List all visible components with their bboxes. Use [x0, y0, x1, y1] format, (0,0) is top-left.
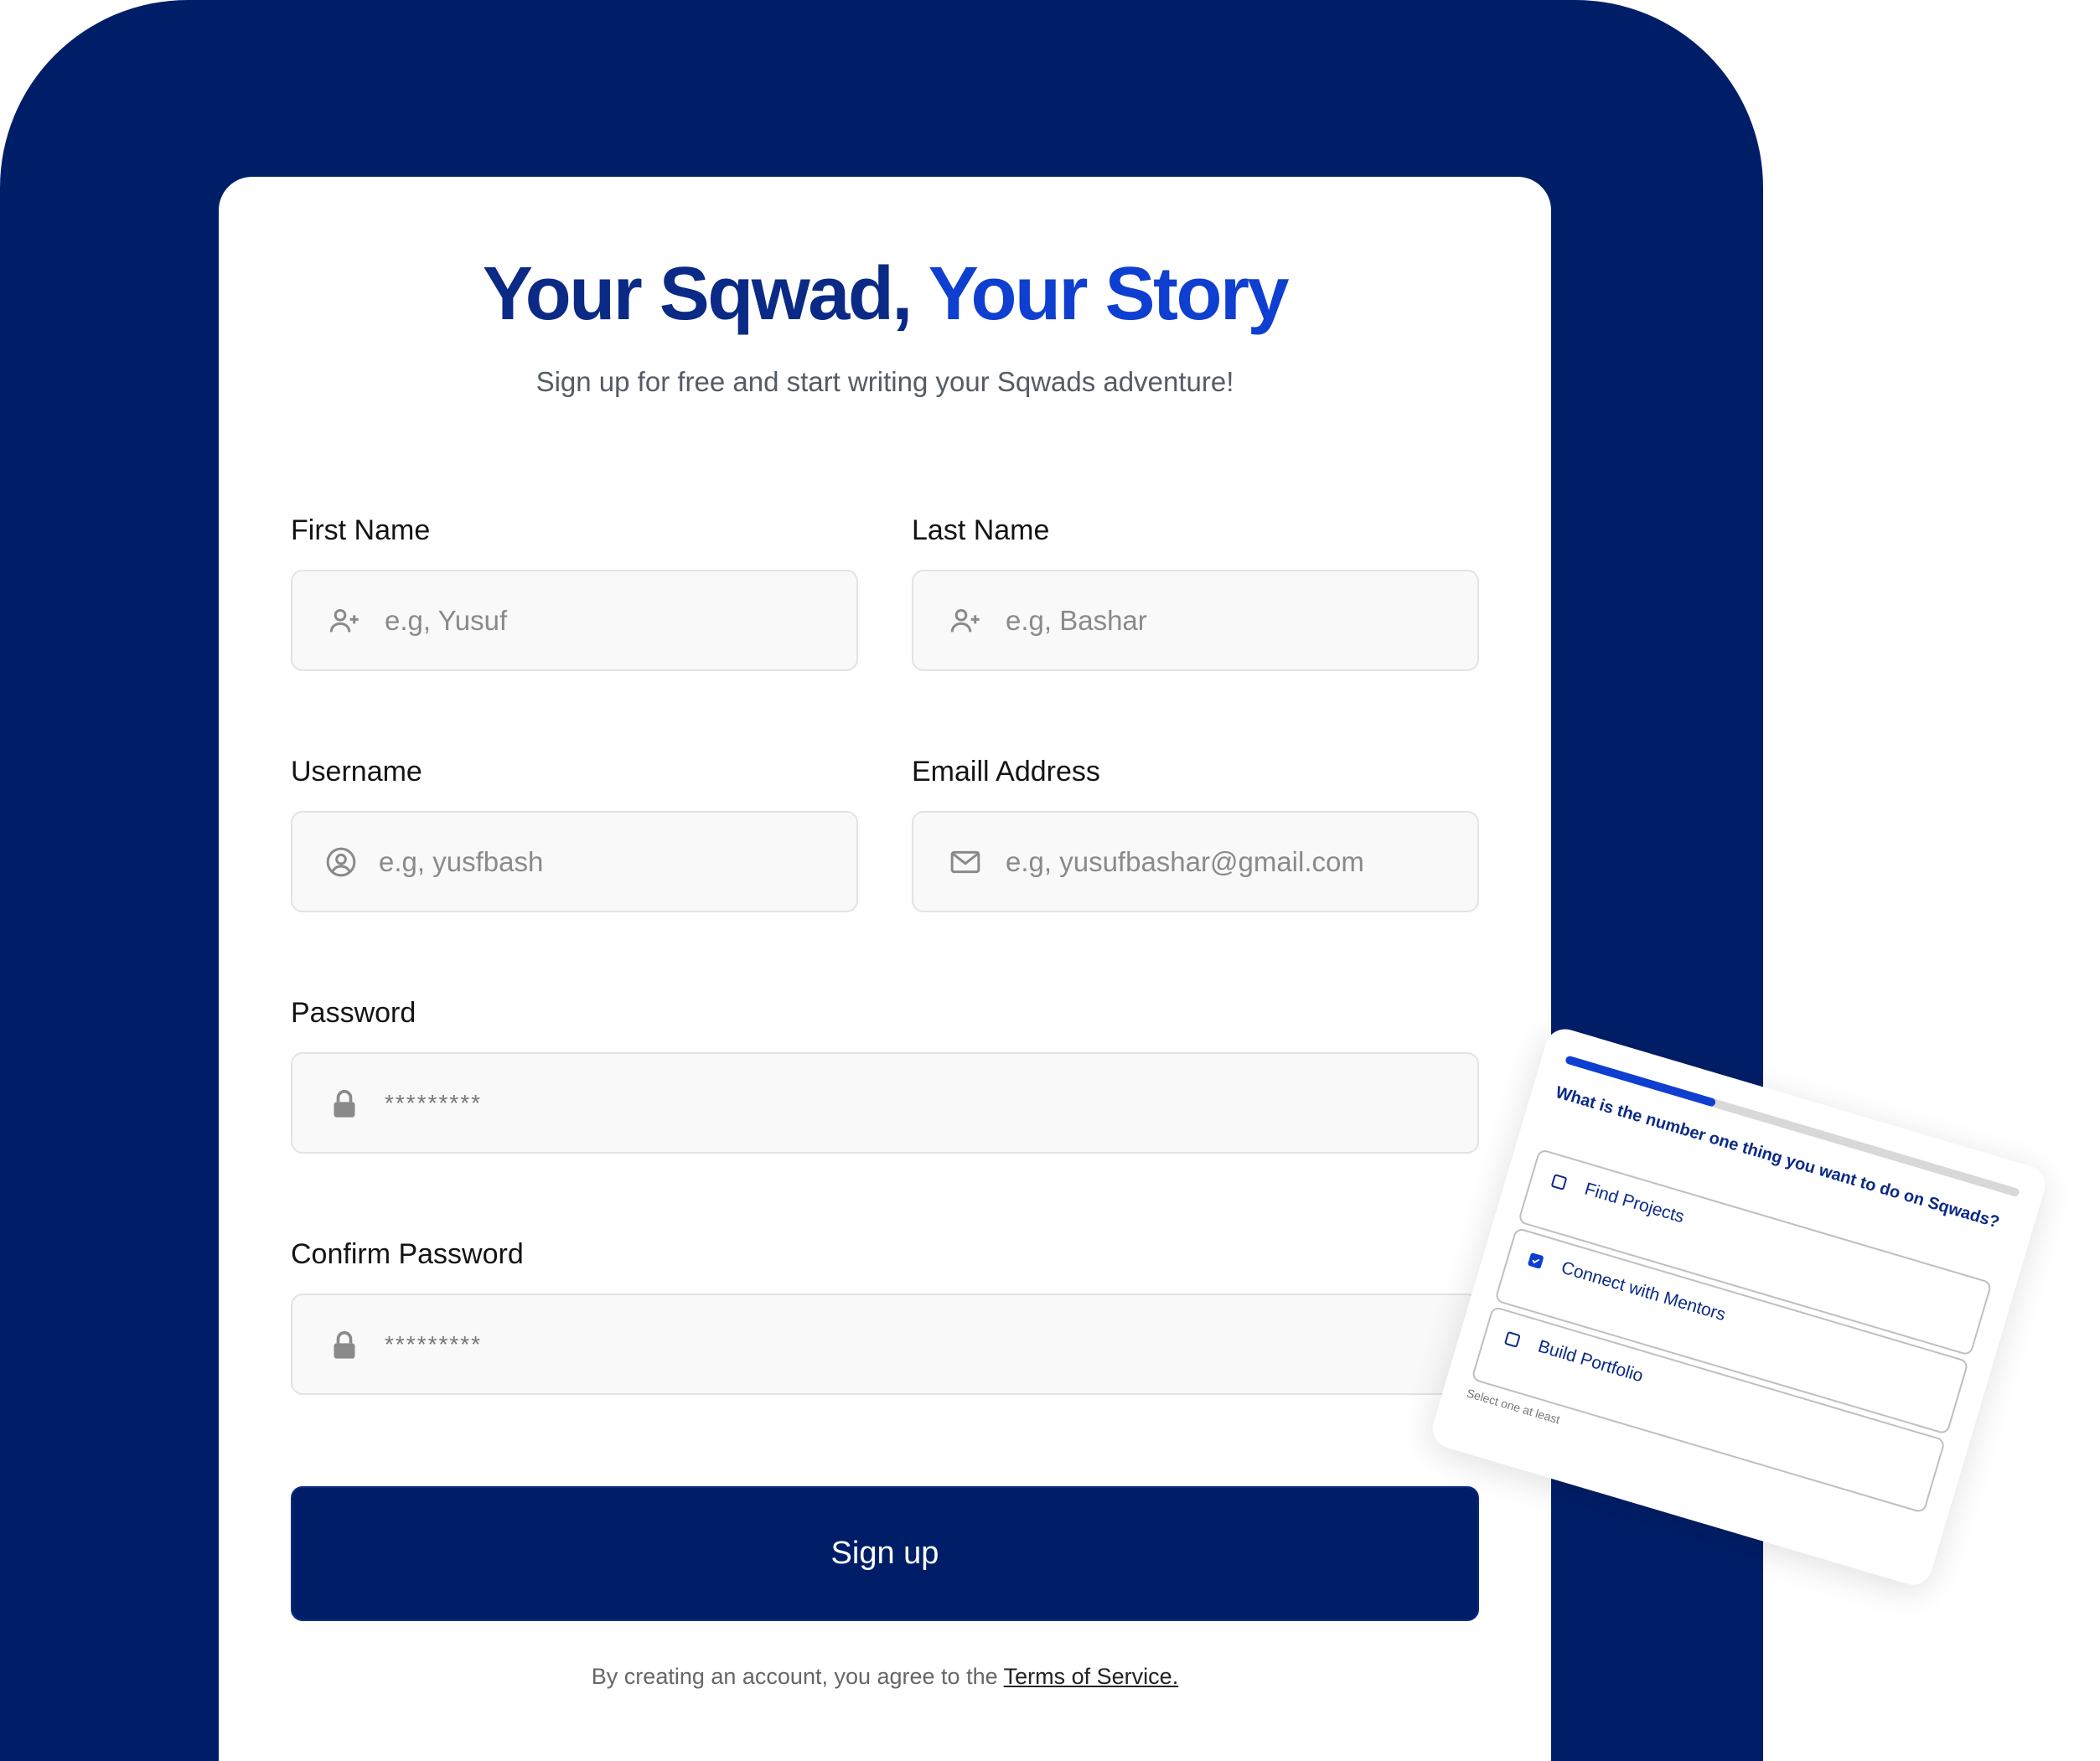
username-input[interactable]: [379, 813, 836, 911]
checkmark-icon: [1532, 1258, 1540, 1264]
lock-icon: [334, 1330, 355, 1359]
checkbox-icon[interactable]: [1550, 1173, 1568, 1190]
terms-text: By creating an account, you agree to the: [591, 1664, 998, 1689]
sign-up-button[interactable]: Sign up: [291, 1486, 1479, 1621]
confirm-password-label: Confirm Password: [291, 1238, 524, 1270]
confirm-password-input[interactable]: [385, 1295, 1457, 1393]
first-name-input[interactable]: [385, 571, 836, 669]
email-label: Emaill Address: [912, 756, 1100, 788]
page-title: Your Sqwad, Your Story: [219, 249, 1551, 339]
user-circle-icon: [326, 847, 356, 876]
last-name-input[interactable]: [1006, 571, 1457, 669]
title-part-1: Your Sqwad,: [482, 252, 913, 336]
signup-card: Your Sqwad, Your Story Sign up for free …: [219, 177, 1551, 1761]
confirm-password-field[interactable]: [291, 1294, 1479, 1395]
last-name-field[interactable]: [912, 570, 1479, 671]
page-subtitle: Sign up for free and start writing your …: [535, 366, 1234, 397]
password-input[interactable]: [385, 1054, 1457, 1152]
password-field[interactable]: [291, 1052, 1479, 1154]
first-name-label: First Name: [291, 514, 431, 546]
quiz-option-label: Build Portfolio: [1535, 1336, 1646, 1387]
username-field[interactable]: [291, 811, 858, 912]
lock-icon: [334, 1089, 355, 1118]
checkbox-icon[interactable]: [1503, 1330, 1521, 1348]
username-label: Username: [291, 756, 422, 788]
email-field[interactable]: [912, 811, 1479, 912]
user-plus-icon: [329, 608, 359, 632]
last-name-label: Last Name: [912, 514, 1050, 546]
terms-of-service-link[interactable]: Terms of Service.: [1004, 1664, 1179, 1689]
email-input[interactable]: [1006, 813, 1457, 911]
quiz-option-label: Find Projects: [1582, 1179, 1687, 1227]
mail-icon: [950, 850, 980, 873]
terms-notice: By creating an account, you agree to the…: [219, 1664, 1551, 1690]
title-part-2: Your Story: [928, 252, 1290, 336]
user-plus-icon: [950, 608, 980, 632]
password-label: Password: [291, 997, 416, 1029]
checkbox-checked-icon[interactable]: [1527, 1252, 1544, 1269]
first-name-field[interactable]: [291, 570, 858, 671]
